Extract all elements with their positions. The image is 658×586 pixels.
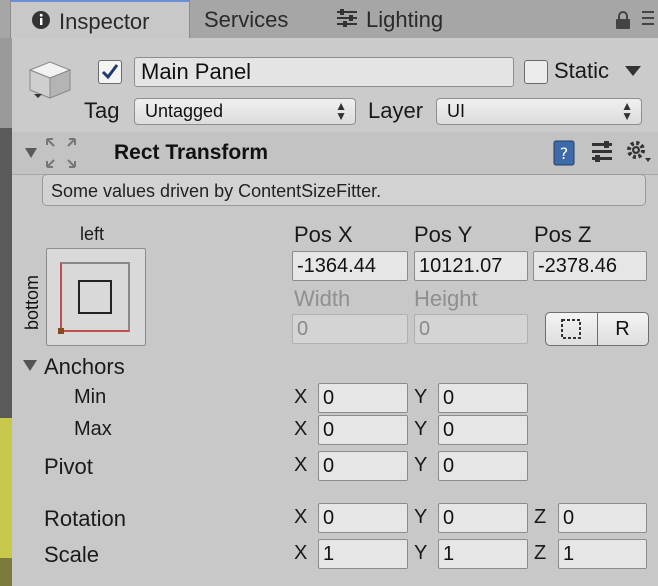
foldout-arrow-icon[interactable] (24, 146, 38, 165)
scale-y-field[interactable]: 1 (438, 539, 528, 569)
tab-services[interactable]: Services (204, 0, 288, 38)
rect-transform-icon (44, 136, 78, 175)
pos-x-field[interactable]: -1364.44 (292, 251, 408, 281)
pivot-x-field[interactable]: 0 (318, 451, 408, 481)
pivot-x-label: X (294, 454, 308, 476)
anchor-preset-icon (58, 262, 130, 334)
scene-view-edge (0, 38, 12, 586)
height-label: Height (414, 286, 478, 311)
help-book-icon[interactable]: ? (552, 140, 576, 171)
anchors-label: Anchors (44, 354, 125, 379)
layer-value: UI (447, 101, 465, 121)
updown-arrows-icon: ▲ ▼ (335, 99, 347, 123)
edit-mode-button-group: R (545, 312, 649, 346)
width-label: Width (294, 286, 351, 311)
tab-lighting-label: Lighting (366, 7, 444, 32)
anchor-min-y-label: Y (414, 386, 428, 408)
pivot-label: Pivot (44, 454, 93, 479)
scale-x-field[interactable]: 1 (318, 539, 408, 569)
updown-arrows-icon: ▲ ▼ (621, 99, 633, 123)
anchor-min-label: Min (74, 386, 107, 408)
blueprint-mode-button[interactable] (546, 313, 598, 345)
tab-menu-icon[interactable] (640, 8, 656, 33)
component-title: Rect Transform (114, 141, 269, 164)
checkmark-icon (101, 64, 119, 80)
lock-icon[interactable] (614, 10, 632, 35)
active-checkbox[interactable] (98, 60, 122, 84)
static-checkbox[interactable] (524, 60, 548, 84)
driven-values-helpbox: Some values driven by ContentSizeFitter. (42, 174, 646, 206)
preset-icon[interactable] (590, 140, 614, 169)
sliders-icon (336, 1, 358, 41)
tab-lighting[interactable]: Lighting (336, 0, 443, 38)
anchor-min-x-label: X (294, 386, 308, 408)
pos-x-label: Pos X (294, 222, 353, 247)
tag-label: Tag (84, 98, 120, 123)
rotation-label: Rotation (44, 506, 126, 531)
tab-inspector-label: Inspector (59, 9, 150, 34)
rotation-y-label: Y (414, 506, 428, 528)
scale-label: Scale (44, 542, 100, 567)
anchor-preset-side-label: bottom (22, 274, 42, 330)
gameobject-cube-icon[interactable] (24, 58, 74, 102)
anchor-min-x-field[interactable]: 0 (318, 383, 408, 413)
anchor-max-x-label: X (294, 418, 308, 440)
width-field: 0 (292, 314, 408, 344)
scale-x-label: X (294, 542, 308, 564)
scale-z-label: Z (534, 542, 547, 564)
rotation-y-field[interactable]: 0 (438, 503, 528, 533)
dotted-rect-icon (561, 319, 581, 339)
tab-services-label: Services (204, 7, 289, 32)
rotation-z-field[interactable]: 0 (558, 503, 647, 533)
pos-y-field[interactable]: 10121.07 (414, 251, 528, 281)
anchors-foldout-icon[interactable] (22, 358, 38, 377)
svg-text:?: ? (560, 144, 569, 163)
anchor-max-label: Max (74, 418, 112, 440)
tag-value: Untagged (145, 101, 224, 121)
anchor-max-y-label: Y (414, 418, 428, 440)
rotation-x-field[interactable]: 0 (318, 503, 408, 533)
raw-edit-button[interactable]: R (597, 313, 648, 345)
static-label: Static (554, 58, 610, 83)
anchor-max-y-field[interactable]: 0 (438, 415, 528, 445)
pivot-y-field[interactable]: 0 (438, 451, 528, 481)
pos-z-label: Pos Z (534, 222, 592, 247)
anchor-min-y-field[interactable]: 0 (438, 383, 528, 413)
rotation-z-label: Z (534, 506, 547, 528)
anchor-presets-button[interactable] (46, 248, 146, 346)
static-dropdown-icon[interactable] (624, 64, 642, 82)
pivot-y-label: Y (414, 454, 428, 476)
scale-y-label: Y (414, 542, 428, 564)
height-field: 0 (414, 314, 528, 344)
scale-z-field[interactable]: 1 (558, 539, 647, 569)
pos-y-label: Pos Y (414, 222, 473, 247)
layer-dropdown[interactable]: UI ▲ ▼ (436, 98, 642, 125)
anchor-max-x-field[interactable]: 0 (318, 415, 408, 445)
gear-icon[interactable] (624, 138, 652, 169)
layer-label: Layer (368, 98, 424, 123)
anchor-preset-top-label: left (80, 224, 105, 244)
pos-z-field[interactable]: -2378.46 (533, 251, 647, 281)
object-name-input[interactable]: Main Panel (134, 57, 514, 87)
tag-dropdown[interactable]: Untagged ▲ ▼ (134, 98, 356, 125)
tab-inspector[interactable]: Inspector (10, 0, 190, 39)
rotation-x-label: X (294, 506, 308, 528)
